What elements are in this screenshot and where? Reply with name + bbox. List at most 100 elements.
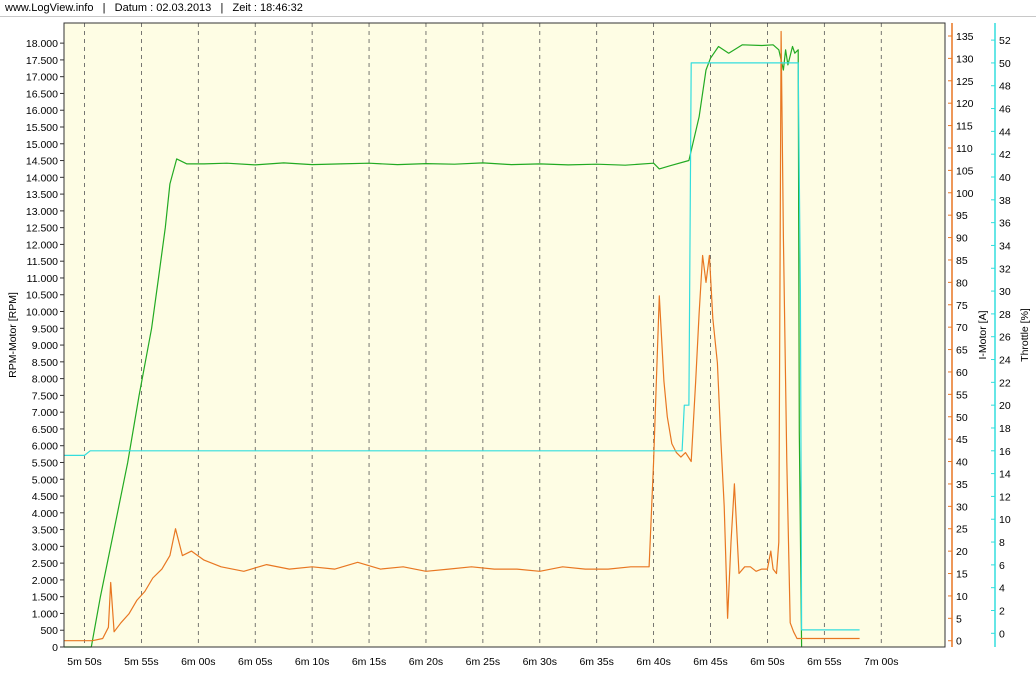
chart-background-layer: [64, 23, 945, 647]
left-axis-tick-label: 16.500: [26, 88, 58, 100]
left-axis-tick-label: 1.000: [32, 608, 58, 620]
left-axis-tick-label: 12.000: [26, 239, 58, 251]
right-axis-tick-label: 44: [999, 126, 1011, 138]
left-axis-tick-label: 13.500: [26, 189, 58, 201]
left-axis-tick-label: 2.000: [32, 575, 58, 587]
right-axis-tick-label: 26: [999, 332, 1011, 344]
right-axis-tick-label: 20: [999, 400, 1011, 412]
mid-axis-tick-label: 20: [956, 546, 968, 558]
mid-axis-tick-label: 25: [956, 524, 968, 536]
right-axis-tick-label: 18: [999, 423, 1011, 435]
left-axis-tick-label: 9.500: [32, 323, 58, 335]
left-axis-tick-label: 13.000: [26, 206, 58, 218]
mid-axis-tick-label: 105: [956, 165, 974, 177]
x-tick-label: 5m 50s: [67, 656, 101, 668]
mid-axis-tick-label: 0: [956, 636, 962, 648]
left-axis-title: RPM-Motor [RPM]: [7, 292, 19, 378]
left-axis-tick-label: 3.500: [32, 525, 58, 537]
left-axis-tick-label: 11.000: [27, 273, 58, 285]
right-axis-tick-label: 46: [999, 104, 1011, 116]
left-axis-tick-label: 14.500: [26, 156, 58, 168]
right-axis-tick-label: 6: [999, 560, 1005, 572]
x-tick-label: 6m 10s: [295, 656, 329, 668]
left-axis-tick-label: 9.000: [32, 340, 58, 352]
right-axis-tick-label: 16: [999, 446, 1011, 458]
mid-axis-tick-label: 60: [956, 367, 968, 379]
right-axis-tick-label: 14: [999, 469, 1011, 481]
left-axis-tick-label: 10.000: [26, 307, 58, 319]
left-axis-tick-label: 10.500: [26, 290, 58, 302]
plot-area: [64, 23, 945, 647]
mid-axis-tick-label: 10: [956, 591, 968, 603]
x-tick-label: 6m 35s: [579, 656, 613, 668]
right-axis-tick-label: 38: [999, 195, 1011, 207]
mid-axis-tick-label: 70: [956, 322, 968, 334]
mid-axis-tick-label: 120: [956, 98, 974, 110]
left-axis-tick-label: 2.500: [32, 558, 58, 570]
left-axis-tick-label: 15.000: [26, 139, 58, 151]
mid-axis-tick-label: 130: [956, 53, 974, 65]
right-axis-tick-label: 10: [999, 514, 1011, 526]
mid-axis-tick-label: 125: [956, 76, 974, 88]
left-axis-tick-label: 8.000: [32, 374, 58, 386]
right-axis-tick-label: 40: [999, 172, 1011, 184]
mid-axis-tick-label: 55: [956, 389, 968, 401]
right-axis-tick-label: 32: [999, 263, 1011, 275]
x-tick-label: 6m 40s: [636, 656, 670, 668]
right-axis-tick-label: 2: [999, 605, 1005, 617]
mid-axis-tick-label: 45: [956, 434, 968, 446]
left-axis-tick-label: 7.000: [32, 407, 58, 419]
left-axis-tick-label: 15.500: [26, 122, 58, 134]
x-tick-label: 6m 30s: [523, 656, 557, 668]
x-tick-label: 6m 45s: [693, 656, 727, 668]
left-axis-tick-label: 14.000: [26, 172, 58, 184]
mid-axis-title: I-Motor [A]: [977, 310, 989, 359]
mid-axis-tick-label: 80: [956, 277, 968, 289]
left-axis-tick-label: 5.500: [32, 457, 58, 469]
right-axis-tick-label: 50: [999, 58, 1011, 70]
mid-axis-tick-label: 35: [956, 479, 968, 491]
mid-axis-tick-label: 5: [956, 613, 962, 625]
left-axis-tick-label: 4.500: [32, 491, 58, 503]
mid-axis-tick-label: 50: [956, 412, 968, 424]
x-tick-label: 6m 50s: [750, 656, 784, 668]
x-tick-label: 5m 55s: [124, 656, 158, 668]
left-axis-tick-label: 12.500: [26, 223, 58, 235]
mid-axis-tick-label: 90: [956, 233, 968, 245]
mid-axis-tick-label: 75: [956, 300, 968, 312]
right-axis-tick-label: 12: [999, 491, 1011, 503]
mid-axis-tick-label: 100: [956, 188, 974, 200]
mid-axis-tick-label: 135: [956, 31, 974, 43]
left-axis-tick-label: 7.500: [32, 390, 58, 402]
mid-axis-tick-label: 95: [956, 210, 968, 222]
left-axis-tick-label: 6.500: [32, 424, 58, 436]
mid-axis-tick-label: 15: [956, 569, 968, 581]
left-axis-tick-label: 0: [52, 642, 58, 654]
x-tick-label: 6m 05s: [238, 656, 272, 668]
left-axis-tick-label: 6.000: [32, 441, 58, 453]
x-tick-label: 6m 15s: [352, 656, 386, 668]
right-axis-tick-label: 52: [999, 35, 1011, 47]
x-tick-label: 6m 55s: [807, 656, 841, 668]
x-tick-label: 6m 00s: [181, 656, 215, 668]
x-tick-label: 6m 25s: [466, 656, 500, 668]
left-axis-tick-label: 8.500: [32, 357, 58, 369]
chart: 5m 50s 5m 55s 6m 00s 6m 05s 6m 10s 6m 15s 6m 2…: [7, 22, 1031, 668]
right-axis-tick-label: 42: [999, 149, 1011, 161]
right-axis-tick-label: 34: [999, 240, 1011, 252]
left-axis-tick-label: 16.000: [26, 105, 58, 117]
mid-axis-tick-label: 85: [956, 255, 968, 267]
left-axis-tick-label: 1.500: [32, 592, 58, 604]
left-axis-tick-label: 5.000: [32, 474, 58, 486]
mid-axis-tick-label: 30: [956, 501, 968, 513]
right-axis-tick-label: 36: [999, 218, 1011, 230]
left-axis-tick-label: 18.000: [26, 38, 58, 50]
right-axis-tick-label: 28: [999, 309, 1011, 321]
left-axis-tick-label: 11.500: [27, 256, 58, 268]
x-tick-label: 6m 20s: [409, 656, 443, 668]
right-axis-tick-label: 48: [999, 81, 1011, 93]
mid-axis-tick-label: 115: [956, 121, 973, 133]
left-axis-tick-label: 4.000: [32, 508, 58, 520]
right-axis-tick-label: 4: [999, 583, 1005, 595]
mid-axis-tick-label: 110: [956, 143, 973, 155]
